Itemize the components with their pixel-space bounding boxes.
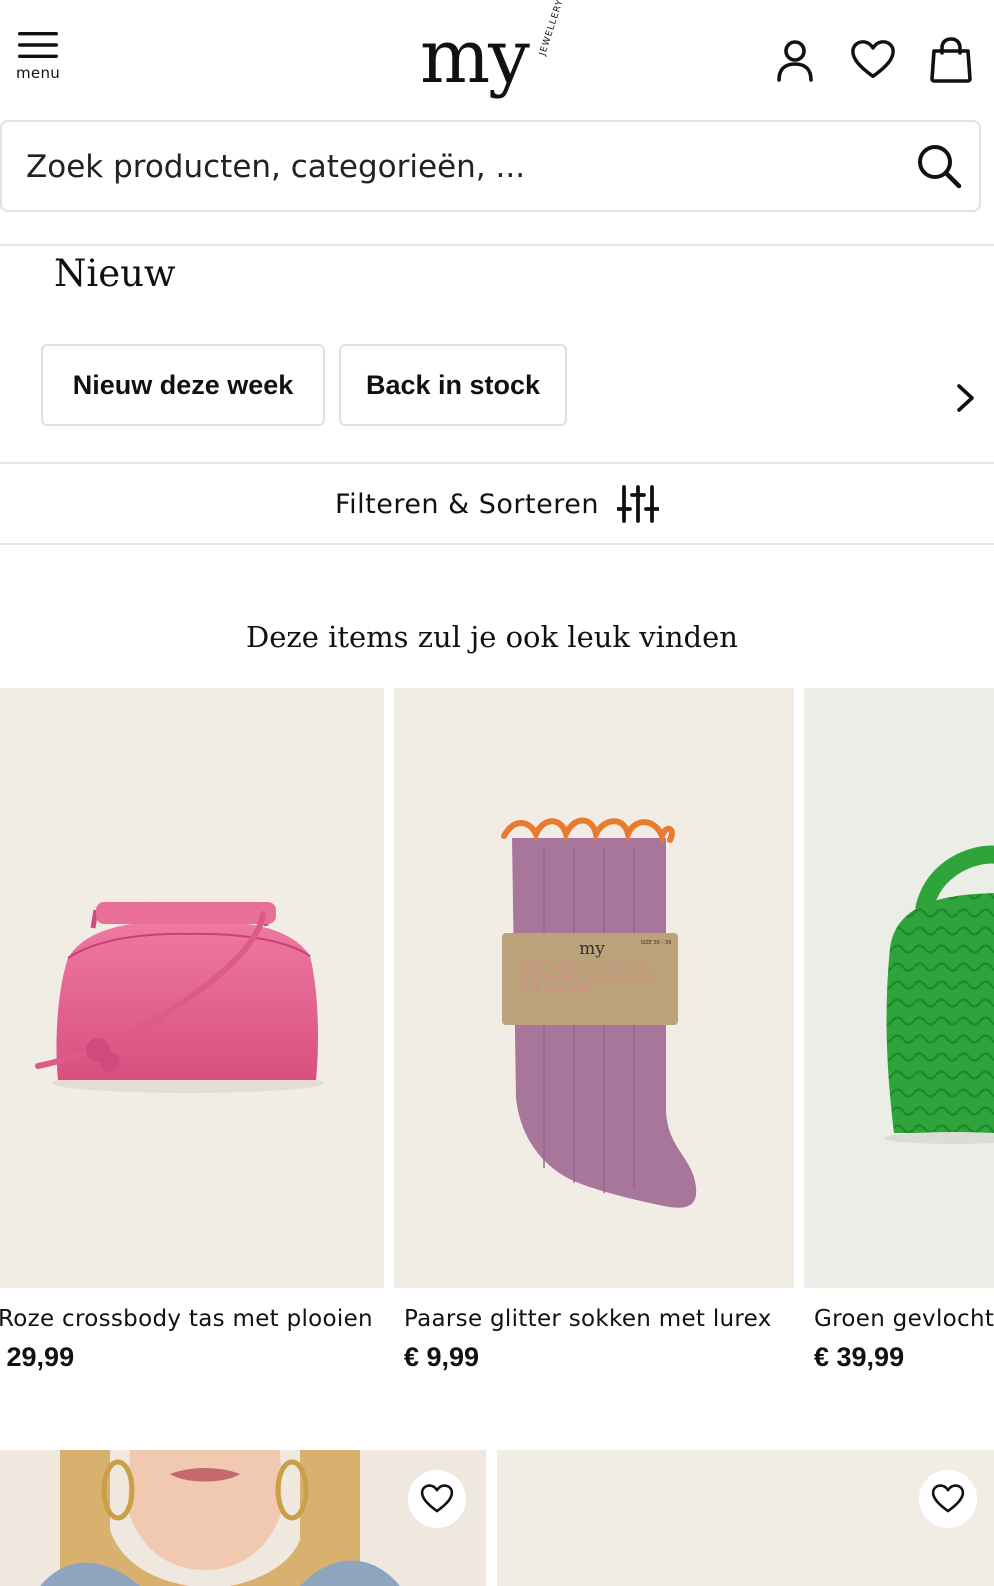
brand-logo[interactable]: my JEWELLERY	[420, 0, 570, 100]
search-input[interactable]	[26, 138, 886, 196]
wishlist-toggle[interactable]	[408, 1470, 466, 1528]
sock-band-brand: my	[579, 939, 605, 959]
chip-back-in-stock[interactable]: Back in stock	[339, 344, 567, 426]
search-bar	[0, 120, 981, 212]
heart-icon	[931, 1484, 965, 1513]
product-image-green-bag	[804, 688, 994, 1288]
logo-subtext: JEWELLERY	[538, 0, 566, 58]
product-tile[interactable]	[0, 1450, 486, 1586]
bag-icon	[930, 37, 972, 83]
sock-band-slogan: KEEP YOUR EYES ON THE STARS AND YOUR FEE…	[522, 962, 654, 994]
filter-sort-button[interactable]: Filteren & Sorteren	[0, 464, 994, 544]
menu-label: menu	[16, 64, 61, 82]
product-price: € 39,99	[814, 1342, 905, 1372]
sliders-icon	[616, 485, 659, 523]
product-image-pink-bag	[0, 688, 384, 1288]
filter-sort-label: Filteren & Sorteren	[335, 488, 599, 520]
hamburger-icon	[18, 32, 58, 58]
wishlist-button[interactable]	[850, 36, 896, 84]
product-name: Groen gevlochten	[814, 1306, 994, 1332]
account-button[interactable]	[772, 36, 818, 84]
product-tile[interactable]	[497, 1450, 994, 1586]
divider	[0, 543, 994, 545]
product-card[interactable]: my SIZE 36 - 39 KEEP YOUR EYES ON THE ST…	[394, 688, 794, 1388]
heart-icon	[851, 40, 895, 79]
divider	[0, 244, 994, 246]
menu-button[interactable]: menu	[16, 30, 64, 92]
search-icon[interactable]	[915, 142, 963, 190]
sock-band-size: SIZE 36 - 39	[641, 940, 672, 946]
chip-nieuw-deze-week[interactable]: Nieuw deze week	[41, 344, 325, 426]
heart-icon	[420, 1484, 454, 1513]
logo-text: my	[420, 14, 530, 100]
product-price: € 29,99	[0, 1342, 75, 1372]
product-image-purple-socks: my SIZE 36 - 39 KEEP YOUR EYES ON THE ST…	[394, 688, 794, 1288]
product-card[interactable]: Roze crossbody tas met plooien € 29,99	[0, 688, 384, 1388]
chevron-right-icon[interactable]	[948, 376, 984, 420]
product-name: Paarse glitter sokken met lurex	[404, 1306, 772, 1332]
page-title: Nieuw	[54, 252, 176, 295]
product-image-model	[0, 1450, 486, 1586]
product-name: Roze crossbody tas met plooien	[0, 1306, 373, 1332]
wishlist-toggle[interactable]	[919, 1470, 977, 1528]
bag-button[interactable]	[928, 36, 974, 84]
account-icon	[777, 40, 813, 82]
recommendations-title: Deze items zul je ook leuk vinden	[246, 620, 738, 654]
product-card[interactable]: Groen gevlochten € 39,99	[804, 688, 994, 1388]
product-price: € 9,99	[404, 1342, 480, 1372]
